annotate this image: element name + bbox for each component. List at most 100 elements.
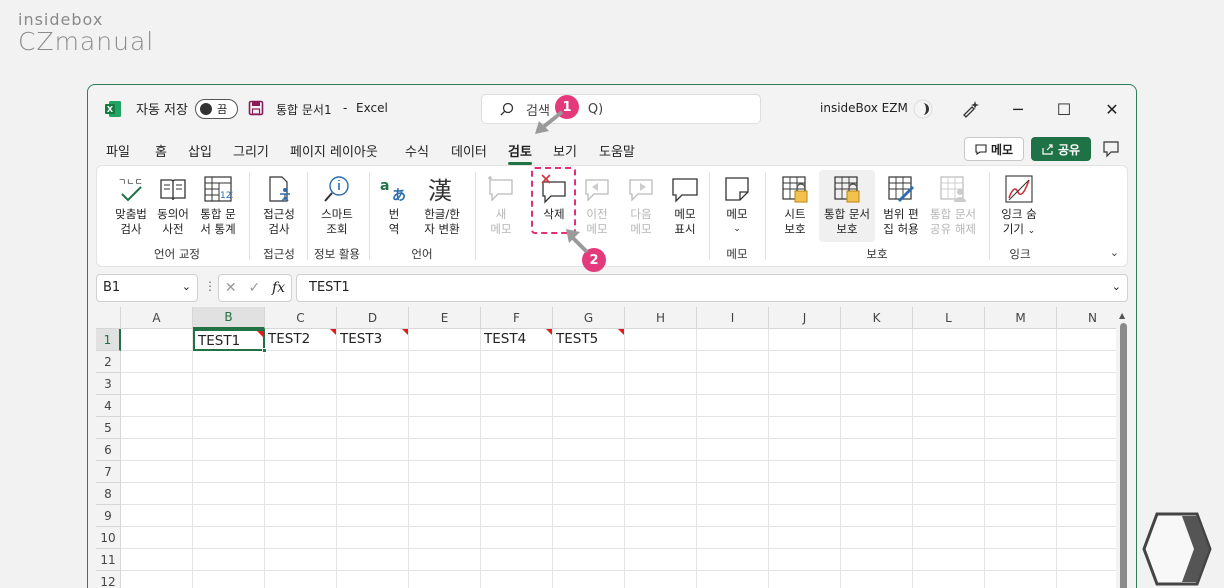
chevron-down-icon[interactable]: ⌄ bbox=[182, 280, 191, 293]
cell-j11[interactable] bbox=[769, 549, 841, 571]
cell-e9[interactable] bbox=[409, 505, 481, 527]
tab-review[interactable]: 검토 bbox=[508, 141, 532, 165]
cell-i7[interactable] bbox=[697, 461, 769, 483]
cell-h1[interactable] bbox=[625, 329, 697, 351]
column-header-g[interactable]: G bbox=[553, 307, 625, 329]
cell-k2[interactable] bbox=[841, 351, 913, 373]
cell-l12[interactable] bbox=[913, 571, 985, 588]
row-header-12[interactable]: 12 bbox=[96, 571, 121, 588]
cell-a8[interactable] bbox=[121, 483, 193, 505]
vertical-scrollbar[interactable]: ▲ bbox=[1118, 307, 1128, 588]
cell-d3[interactable] bbox=[337, 373, 409, 395]
cell-b7[interactable] bbox=[193, 461, 265, 483]
cell-e4[interactable] bbox=[409, 395, 481, 417]
cell-h12[interactable] bbox=[625, 571, 697, 588]
cell-e1[interactable] bbox=[409, 329, 481, 351]
row-header-7[interactable]: 7 bbox=[96, 461, 121, 483]
row-header-6[interactable]: 6 bbox=[96, 439, 121, 461]
cell-f7[interactable] bbox=[481, 461, 553, 483]
cell-b9[interactable] bbox=[193, 505, 265, 527]
cell-e5[interactable] bbox=[409, 417, 481, 439]
fill-handle[interactable] bbox=[262, 348, 267, 353]
cell-b6[interactable] bbox=[193, 439, 265, 461]
cell-j3[interactable] bbox=[769, 373, 841, 395]
spelling-button[interactable]: ㄱㄴㄷ 맞춤법 검사 bbox=[111, 174, 151, 237]
close-button[interactable]: ✕ bbox=[1100, 97, 1124, 121]
scrollbar-thumb[interactable] bbox=[1120, 323, 1127, 588]
pen-sparkle-icon[interactable] bbox=[960, 99, 980, 119]
column-header-e[interactable]: E bbox=[409, 307, 481, 329]
cell-g4[interactable] bbox=[553, 395, 625, 417]
hangul-hanja-button[interactable]: 漢 한글/한 자 변환 bbox=[417, 174, 467, 237]
cell-g12[interactable] bbox=[553, 571, 625, 588]
tab-data[interactable]: 데이터 bbox=[451, 141, 487, 160]
spreadsheet-grid[interactable]: A B C D E F G H I J K L M N 1 TEST1 TEST2 TEST3 TEST4 TEST5… bbox=[96, 307, 1116, 588]
cell-n8[interactable] bbox=[1057, 483, 1116, 505]
cell-g9[interactable] bbox=[553, 505, 625, 527]
cell-i8[interactable] bbox=[697, 483, 769, 505]
next-comment-button[interactable]: 다음 메모 bbox=[623, 174, 659, 237]
show-comments-button[interactable]: 메모 표시 bbox=[667, 174, 703, 237]
cell-f5[interactable] bbox=[481, 417, 553, 439]
name-box[interactable]: B1 ⌄ bbox=[96, 274, 198, 302]
cell-n1[interactable] bbox=[1057, 329, 1116, 351]
cell-g2[interactable] bbox=[553, 351, 625, 373]
cell-a12[interactable] bbox=[121, 571, 193, 588]
chevron-down-icon[interactable]: ⌄ bbox=[1112, 280, 1121, 293]
column-header-j[interactable]: J bbox=[769, 307, 841, 329]
formula-input[interactable]: TEST1 ⌄ bbox=[296, 274, 1128, 302]
cell-e8[interactable] bbox=[409, 483, 481, 505]
row-header-2[interactable]: 2 bbox=[96, 351, 121, 373]
share-button[interactable]: 공유 bbox=[1031, 137, 1091, 161]
cell-g10[interactable] bbox=[553, 527, 625, 549]
enter-check-icon[interactable]: ✓ bbox=[248, 280, 260, 296]
cell-f8[interactable] bbox=[481, 483, 553, 505]
smart-lookup-button[interactable]: 스마트 조회 bbox=[313, 174, 361, 237]
cell-h4[interactable] bbox=[625, 395, 697, 417]
cell-g6[interactable] bbox=[553, 439, 625, 461]
cell-i10[interactable] bbox=[697, 527, 769, 549]
cell-h9[interactable] bbox=[625, 505, 697, 527]
cell-n3[interactable] bbox=[1057, 373, 1116, 395]
tab-draw[interactable]: 그리기 bbox=[233, 141, 269, 160]
cell-g8[interactable] bbox=[553, 483, 625, 505]
cell-m12[interactable] bbox=[985, 571, 1057, 588]
cell-a3[interactable] bbox=[121, 373, 193, 395]
cell-j10[interactable] bbox=[769, 527, 841, 549]
cell-k1[interactable] bbox=[841, 329, 913, 351]
column-header-h[interactable]: H bbox=[625, 307, 697, 329]
tab-page-layout[interactable]: 페이지 레이아웃 bbox=[290, 141, 378, 160]
cell-a9[interactable] bbox=[121, 505, 193, 527]
cell-j6[interactable] bbox=[769, 439, 841, 461]
cell-n7[interactable] bbox=[1057, 461, 1116, 483]
cell-h11[interactable] bbox=[625, 549, 697, 571]
cell-m3[interactable] bbox=[985, 373, 1057, 395]
row-header-9[interactable]: 9 bbox=[96, 505, 121, 527]
select-all-corner[interactable] bbox=[96, 307, 121, 329]
cell-e6[interactable] bbox=[409, 439, 481, 461]
tab-home[interactable]: 홈 bbox=[155, 141, 167, 160]
cell-a1[interactable] bbox=[121, 329, 193, 351]
cell-b1[interactable]: TEST1 bbox=[193, 329, 265, 351]
row-header-8[interactable]: 8 bbox=[96, 483, 121, 505]
cell-k6[interactable] bbox=[841, 439, 913, 461]
cell-n12[interactable] bbox=[1057, 571, 1116, 588]
cell-j7[interactable] bbox=[769, 461, 841, 483]
more-options-icon[interactable]: ⋮ bbox=[204, 279, 216, 293]
row-header-11[interactable]: 11 bbox=[96, 549, 121, 571]
cell-c2[interactable] bbox=[265, 351, 337, 373]
cell-m6[interactable] bbox=[985, 439, 1057, 461]
cell-f11[interactable] bbox=[481, 549, 553, 571]
tab-insert[interactable]: 삽입 bbox=[188, 141, 212, 160]
cell-b3[interactable] bbox=[193, 373, 265, 395]
cell-n2[interactable] bbox=[1057, 351, 1116, 373]
column-header-c[interactable]: C bbox=[265, 307, 337, 329]
cell-l9[interactable] bbox=[913, 505, 985, 527]
protect-sheet-button[interactable]: 시트 보호 bbox=[775, 174, 815, 237]
cell-e7[interactable] bbox=[409, 461, 481, 483]
cell-e10[interactable] bbox=[409, 527, 481, 549]
cell-g7[interactable] bbox=[553, 461, 625, 483]
cell-i12[interactable] bbox=[697, 571, 769, 588]
cell-n5[interactable] bbox=[1057, 417, 1116, 439]
cell-d9[interactable] bbox=[337, 505, 409, 527]
